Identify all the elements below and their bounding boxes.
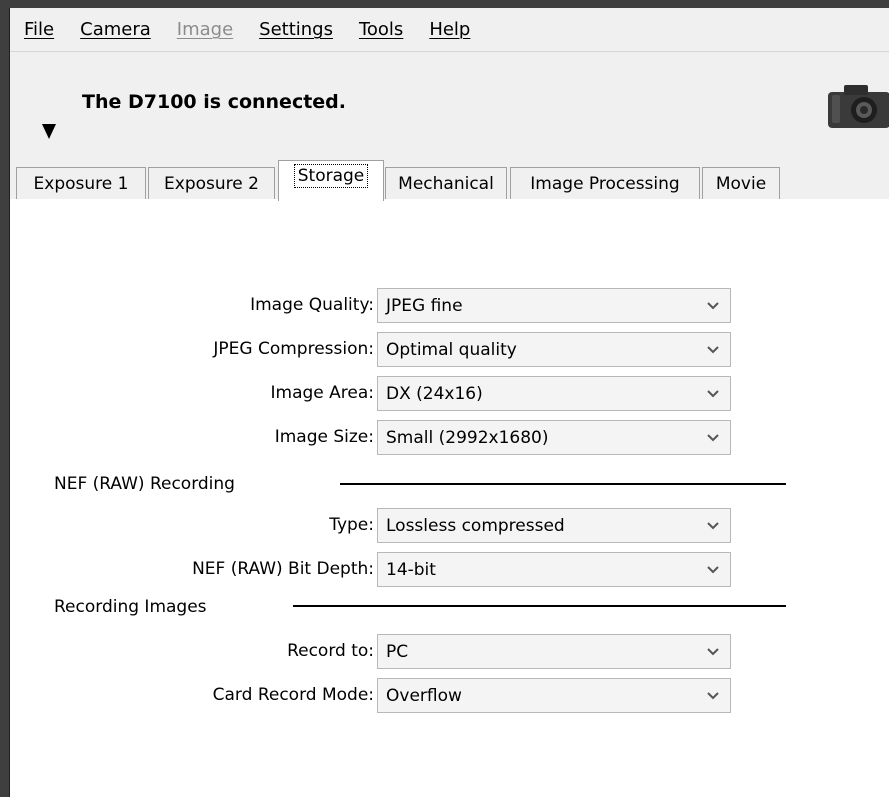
tab-label: Exposure 1 [33, 173, 129, 194]
chevron-down-icon [707, 390, 719, 398]
chevron-down-icon [707, 434, 719, 442]
image-size-label: Image Size: [274, 427, 374, 447]
record-to-select[interactable]: PC [377, 634, 731, 669]
record-to-value: PC [386, 641, 409, 662]
chevron-down-icon [707, 522, 719, 530]
camera-icon [828, 85, 889, 128]
camera-control-window: File Camera Image Settings Tools Help Th… [9, 8, 889, 797]
chevron-down-icon [707, 692, 719, 700]
record-to-label: Record to: [287, 641, 374, 661]
tab-mechanical[interactable]: Mechanical [385, 167, 507, 199]
tab-label: Movie [715, 173, 767, 194]
storage-settings-panel: Image Quality: JPEG fine JPEG Compressio… [10, 199, 889, 797]
tab-exposure-2[interactable]: Exposure 2 [148, 167, 275, 199]
image-area-label: Image Area: [270, 383, 375, 403]
menu-tools[interactable]: Tools [345, 19, 403, 40]
tab-label: Storage [293, 164, 369, 188]
settings-tab-strip: Exposure 1 Exposure 2 Storage Mechanical… [10, 159, 889, 201]
menu-bar: File Camera Image Settings Tools Help [10, 8, 889, 52]
nef-type-label: Type: [329, 515, 374, 535]
tab-label: Exposure 2 [164, 173, 259, 194]
tab-label: Mechanical [398, 173, 494, 194]
jpeg-compression-select[interactable]: Optimal quality [377, 332, 731, 367]
image-quality-select[interactable]: JPEG fine [377, 288, 731, 323]
menu-image[interactable]: Image [163, 19, 233, 40]
recording-images-heading: Recording Images [54, 597, 207, 617]
card-record-mode-label: Card Record Mode: [212, 685, 374, 705]
chevron-down-icon [707, 566, 719, 574]
tab-exposure-1[interactable]: Exposure 1 [16, 167, 146, 199]
connection-status-text: The D7100 is connected. [82, 91, 346, 113]
tab-label: Image Processing [530, 173, 680, 194]
triangle-down-icon[interactable] [42, 124, 56, 139]
card-record-mode-value: Overflow [386, 685, 462, 706]
image-size-select[interactable]: Small (2992x1680) [377, 420, 731, 455]
menu-camera[interactable]: Camera [66, 19, 151, 40]
chevron-down-icon [707, 648, 719, 656]
nef-type-select[interactable]: Lossless compressed [377, 508, 731, 543]
nef-bit-depth-select[interactable]: 14-bit [377, 552, 731, 587]
chevron-down-icon [707, 302, 719, 310]
image-area-select[interactable]: DX (24x16) [377, 376, 731, 411]
tab-movie[interactable]: Movie [702, 167, 780, 199]
nef-bit-depth-label: NEF (RAW) Bit Depth: [192, 559, 374, 579]
section-divider [293, 605, 786, 607]
nef-bit-depth-value: 14-bit [386, 559, 436, 580]
nef-raw-recording-heading: NEF (RAW) Recording [54, 474, 235, 494]
jpeg-compression-value: Optimal quality [386, 339, 517, 360]
chevron-down-icon [707, 346, 719, 354]
menu-help[interactable]: Help [415, 19, 470, 40]
menu-file[interactable]: File [10, 19, 54, 40]
section-divider [340, 483, 786, 485]
menu-settings[interactable]: Settings [245, 19, 333, 40]
image-quality-value: JPEG fine [386, 295, 463, 316]
connection-status-area: The D7100 is connected. [10, 52, 889, 162]
jpeg-compression-label: JPEG Compression: [213, 339, 374, 359]
image-size-value: Small (2992x1680) [386, 427, 549, 448]
nef-type-value: Lossless compressed [386, 515, 565, 536]
image-area-value: DX (24x16) [386, 383, 483, 404]
tab-image-processing[interactable]: Image Processing [510, 167, 700, 199]
image-quality-label: Image Quality: [250, 295, 374, 315]
tab-storage[interactable]: Storage [278, 160, 384, 201]
card-record-mode-select[interactable]: Overflow [377, 678, 731, 713]
